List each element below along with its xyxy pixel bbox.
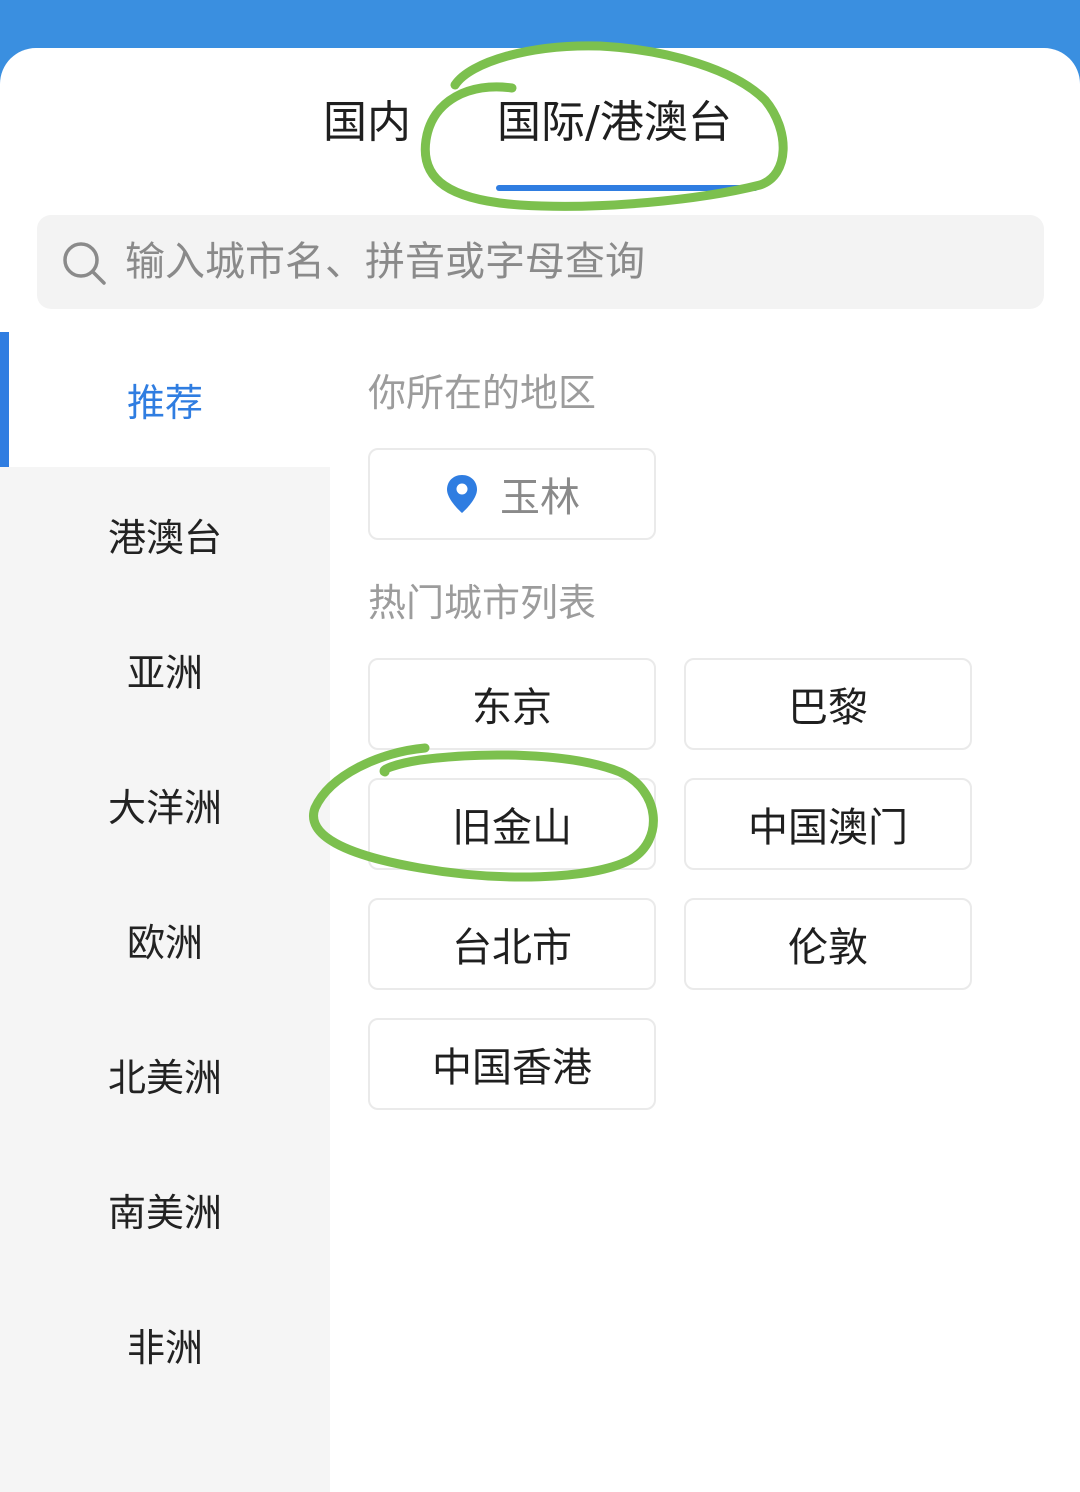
sidebar-item-recommended[interactable]: 推荐 [0, 332, 330, 467]
city-button-tokyo[interactable]: 东京 [368, 658, 656, 750]
city-button-paris[interactable]: 巴黎 [684, 658, 972, 750]
search-icon [63, 242, 106, 285]
sidebar-item-north-america[interactable]: 北美洲 [0, 1007, 330, 1142]
city-button-san-francisco[interactable]: 旧金山 [368, 778, 656, 870]
sidebar-item-africa[interactable]: 非洲 [0, 1277, 330, 1412]
city-button-london[interactable]: 伦敦 [684, 898, 972, 990]
search-placeholder: 输入城市名、拼音或字母查询 [125, 239, 645, 285]
search-input[interactable]: 输入城市名、拼音或字母查询 [37, 215, 1044, 309]
current-location-button[interactable]: 玉林 [368, 448, 656, 540]
city-button-hong-kong[interactable]: 中国香港 [368, 1018, 656, 1110]
city-picker-sheet: 国内 国际/港澳台 输入城市名、拼音或字母查询 推荐 港澳台 亚洲 大洋洲 欧洲… [0, 48, 1080, 1492]
hot-cities-section-title: 热门城市列表 [368, 581, 597, 625]
active-tab-indicator [496, 185, 758, 191]
region-sidebar: 推荐 港澳台 亚洲 大洋洲 欧洲 北美洲 南美洲 非洲 [0, 332, 330, 1492]
location-pin-icon [447, 475, 477, 513]
tab-international[interactable]: 国际/港澳台 [497, 93, 732, 153]
sidebar-item-oceania[interactable]: 大洋洲 [0, 737, 330, 872]
current-location-label: 玉林 [500, 475, 580, 521]
sidebar-item-asia[interactable]: 亚洲 [0, 602, 330, 737]
sidebar-item-europe[interactable]: 欧洲 [0, 872, 330, 1007]
location-section-title: 你所在的地区 [368, 371, 597, 415]
tab-domestic[interactable]: 国内 [323, 93, 411, 153]
city-button-macao[interactable]: 中国澳门 [684, 778, 972, 870]
sidebar-item-hk-macao-taiwan[interactable]: 港澳台 [0, 467, 330, 602]
city-button-taipei[interactable]: 台北市 [368, 898, 656, 990]
sidebar-item-south-america[interactable]: 南美洲 [0, 1142, 330, 1277]
